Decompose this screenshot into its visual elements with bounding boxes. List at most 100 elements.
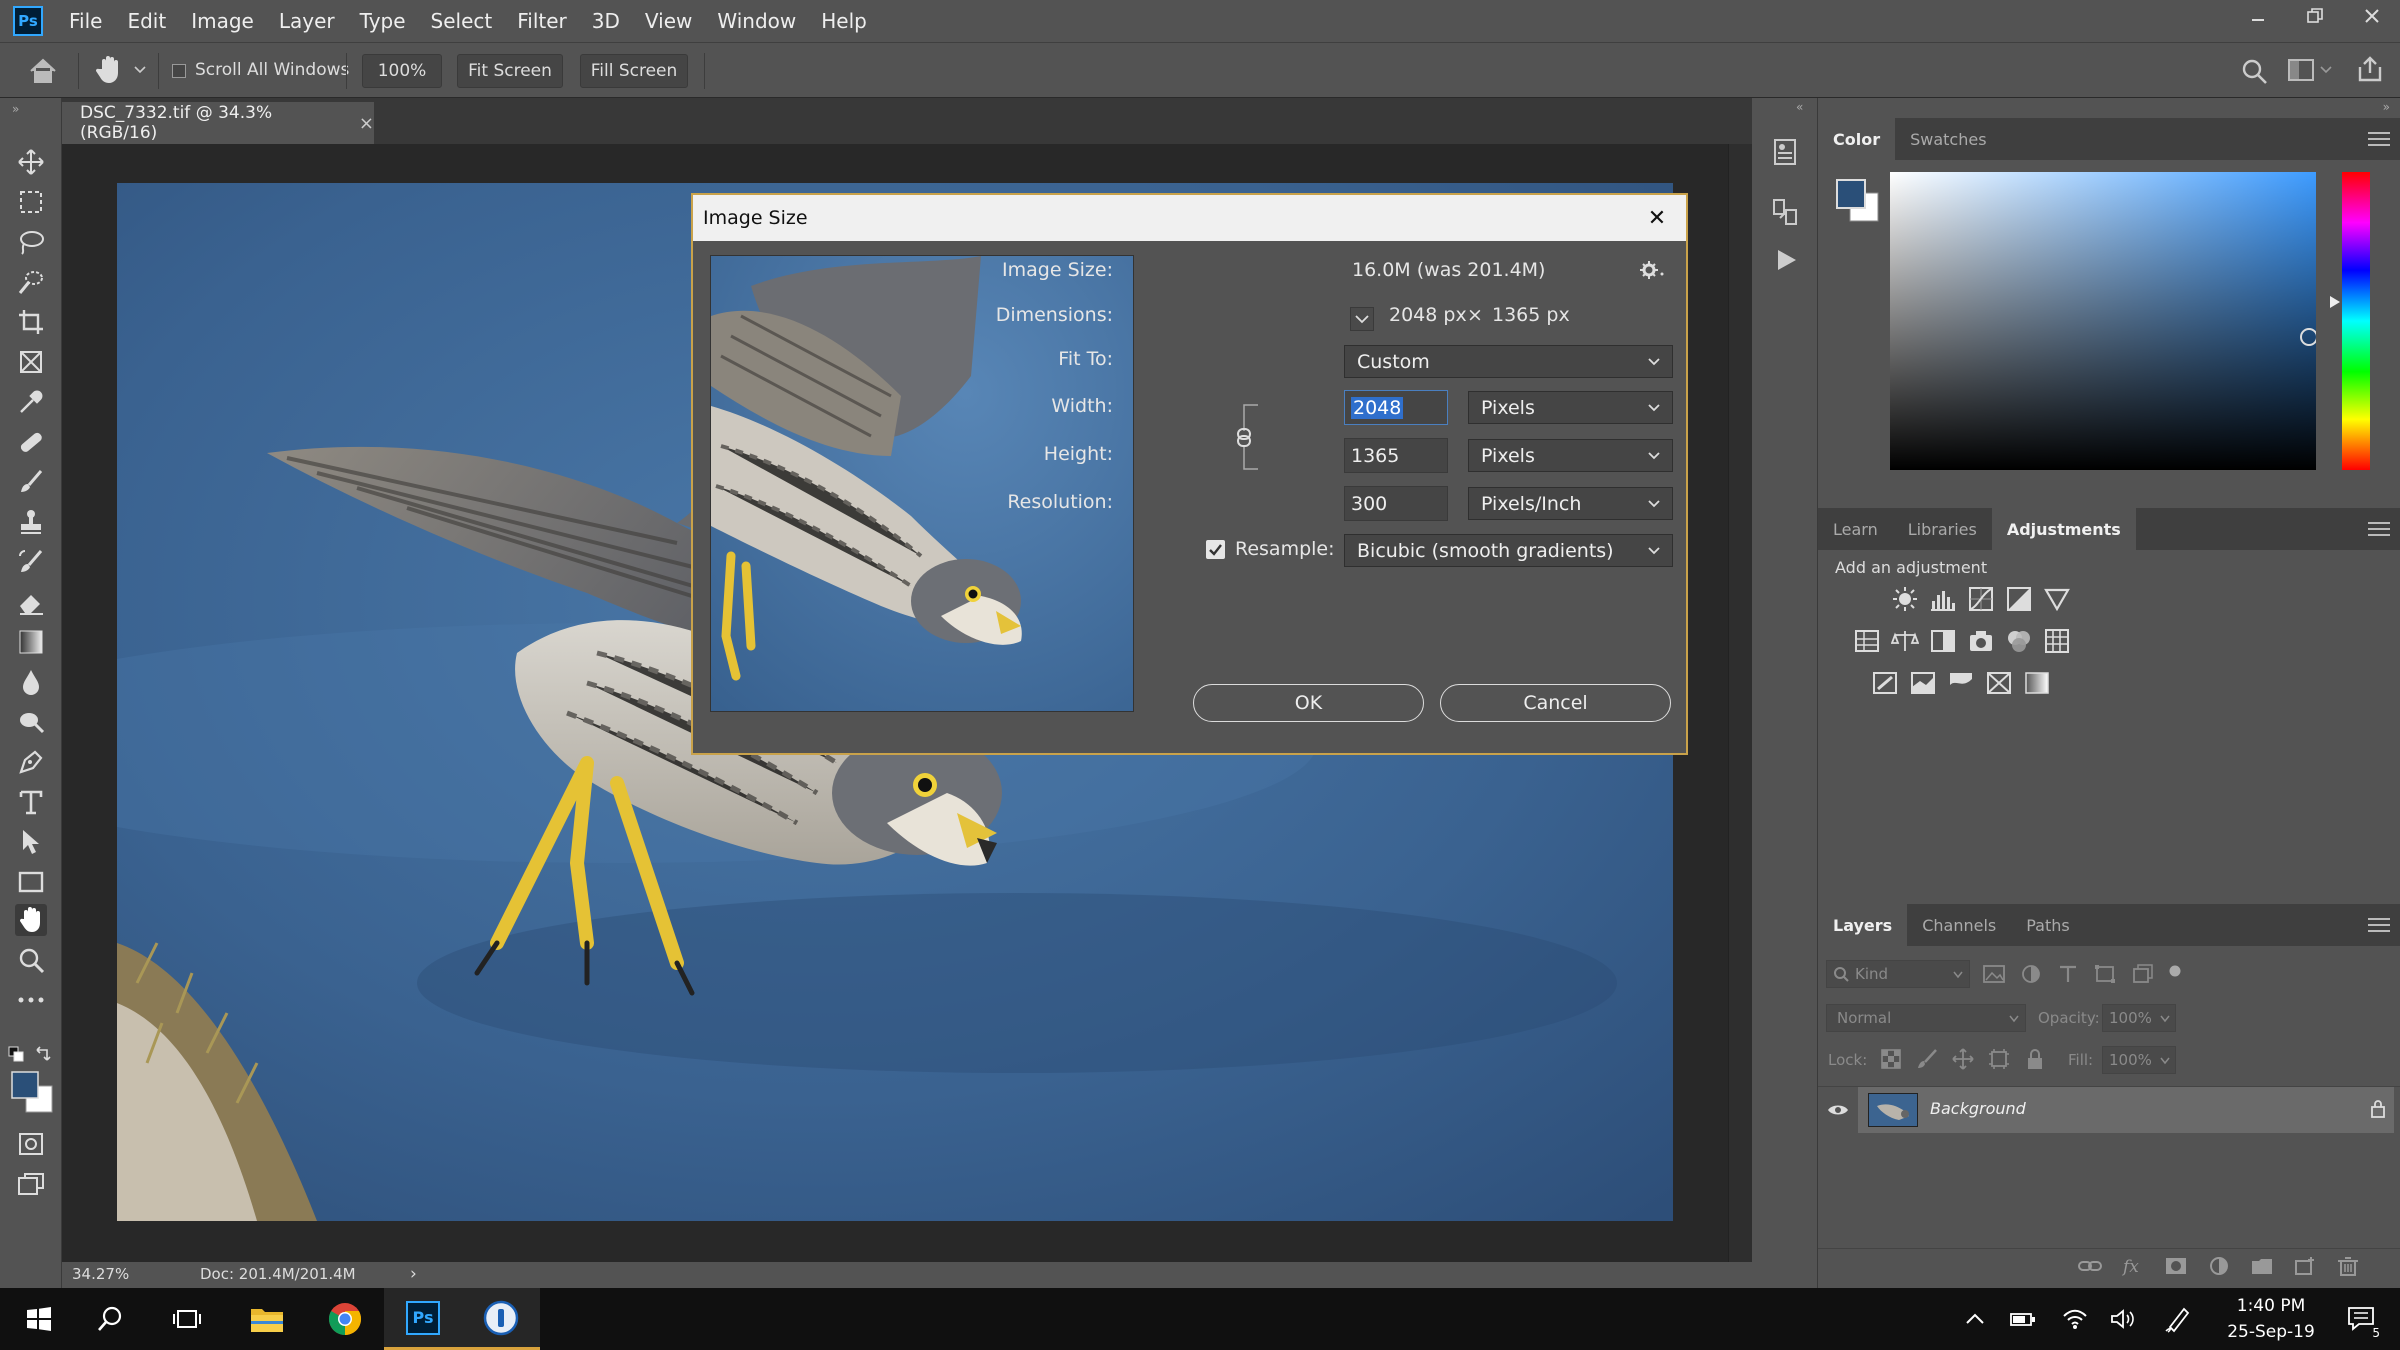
foreground-background-swatch[interactable]	[10, 1070, 56, 1114]
resolution-unit-dropdown[interactable]: Pixels/Inch	[1468, 487, 1673, 520]
posterize-icon[interactable]	[1904, 664, 1942, 702]
quick-selection-tool-icon[interactable]	[15, 266, 47, 298]
filter-pixel-icon[interactable]	[1983, 964, 2005, 984]
hand-tool-icon[interactable]	[96, 55, 122, 85]
color-field-picker[interactable]	[1890, 172, 2316, 470]
color-panel-menu-icon[interactable]	[2368, 132, 2390, 146]
healing-brush-tool-icon[interactable]	[15, 426, 47, 458]
screen-mode-icon[interactable]	[15, 1168, 47, 1200]
notification-center-icon[interactable]: 5	[2338, 1288, 2386, 1350]
collapse-strip-icon[interactable]: «	[1796, 100, 1803, 114]
default-colors-icon[interactable]	[8, 1046, 24, 1062]
search-icon[interactable]	[2240, 57, 2268, 85]
new-adjustment-layer-icon[interactable]	[2207, 1256, 2231, 1276]
tab-color[interactable]: Color	[1818, 118, 1896, 160]
menu-3d[interactable]: 3D	[592, 9, 620, 33]
height-input[interactable]: 1365	[1344, 438, 1448, 473]
tab-paths[interactable]: Paths	[2011, 904, 2084, 946]
link-layers-icon[interactable]	[2078, 1256, 2102, 1276]
width-unit-dropdown[interactable]: Pixels	[1468, 391, 1673, 424]
task-view-icon[interactable]	[148, 1288, 226, 1350]
layer-filter-kind-dropdown[interactable]: Kind	[1826, 960, 1970, 988]
lock-transparent-pixels-icon[interactable]	[1880, 1048, 1902, 1070]
filter-toggle-icon[interactable]	[2168, 964, 2182, 978]
windows-start-icon[interactable]	[0, 1288, 78, 1350]
dodge-tool-icon[interactable]	[15, 706, 47, 738]
new-layer-icon[interactable]	[2293, 1256, 2317, 1276]
hue-slider[interactable]	[2342, 172, 2370, 470]
resample-checkbox[interactable]	[1206, 540, 1225, 559]
hue-slider-handle-icon[interactable]	[2330, 296, 2340, 308]
fit-screen-button[interactable]: Fit Screen	[457, 54, 563, 88]
hue-saturation-icon[interactable]	[1848, 622, 1886, 660]
ok-button[interactable]: OK	[1193, 684, 1424, 722]
show-hidden-icons-chevron-icon[interactable]	[1958, 1288, 1992, 1350]
vertical-scrollbar[interactable]	[1728, 144, 1752, 1262]
menu-filter[interactable]: Filter	[517, 9, 567, 33]
pen-tool-icon[interactable]	[15, 746, 47, 778]
workspace-icon[interactable]	[2288, 59, 2314, 81]
lock-position-icon[interactable]	[1952, 1048, 1974, 1070]
move-tool-icon[interactable]	[15, 146, 47, 178]
history-panel-icon[interactable]	[1772, 198, 1798, 226]
resolution-input[interactable]: 300	[1344, 486, 1448, 521]
layer-name[interactable]: Background	[1930, 1099, 2026, 1118]
lock-artboard-icon[interactable]	[1988, 1048, 2010, 1070]
clone-stamp-tool-icon[interactable]	[15, 506, 47, 538]
hand-tool-active-icon[interactable]	[15, 904, 47, 936]
rectangle-tool-icon[interactable]	[15, 866, 47, 898]
height-unit-dropdown[interactable]: Pixels	[1468, 439, 1673, 472]
properties-panel-icon[interactable]	[1772, 138, 1798, 166]
path-selection-tool-icon[interactable]	[15, 826, 47, 858]
collapse-panels-icon[interactable]: »	[2383, 100, 2390, 114]
taskbar-clock[interactable]: 1:40 PM 25-Sep-19	[2206, 1288, 2336, 1350]
channel-mixer-icon[interactable]	[2000, 622, 2038, 660]
vibrance-icon[interactable]	[2038, 580, 2076, 618]
add-mask-icon[interactable]	[2164, 1256, 2188, 1276]
tab-swatches[interactable]: Swatches	[1895, 118, 2001, 160]
levels-icon[interactable]	[1924, 580, 1962, 618]
new-group-icon[interactable]	[2250, 1256, 2274, 1276]
home-icon[interactable]	[28, 57, 58, 85]
document-tab[interactable]: DSC_7332.tif @ 34.3% (RGB/16) ×	[62, 102, 374, 144]
filter-type-icon[interactable]	[2057, 964, 2079, 984]
more-tools-icon[interactable]	[15, 984, 47, 1016]
menu-help[interactable]: Help	[821, 9, 867, 33]
black-white-icon[interactable]	[1924, 622, 1962, 660]
minimize-icon[interactable]	[2229, 0, 2286, 32]
photo-filter-icon[interactable]	[1962, 622, 2000, 660]
threshold-icon[interactable]	[1942, 664, 1980, 702]
zoom-tool-icon[interactable]	[15, 944, 47, 976]
filter-adjustment-icon[interactable]	[2020, 964, 2042, 984]
chrome-icon[interactable]	[306, 1288, 384, 1350]
quick-mask-icon[interactable]	[15, 1128, 47, 1160]
opacity-input[interactable]: 100%	[2102, 1004, 2176, 1032]
constrain-proportions-link-icon[interactable]	[1228, 403, 1260, 471]
fg-bg-color-swatch[interactable]	[1835, 178, 1881, 224]
scroll-all-windows-checkbox[interactable]	[172, 64, 186, 78]
wifi-icon[interactable]	[2058, 1288, 2092, 1350]
file-explorer-icon[interactable]	[228, 1288, 306, 1350]
brightness-contrast-icon[interactable]	[1886, 580, 1924, 618]
color-balance-icon[interactable]	[1886, 622, 1924, 660]
chevron-down-icon[interactable]	[134, 65, 146, 75]
resample-dropdown[interactable]: Bicubic (smooth gradients)	[1344, 534, 1673, 567]
zoom-100-button[interactable]: 100%	[362, 54, 442, 88]
dimensions-unit-dropdown[interactable]	[1350, 307, 1374, 331]
selective-color-icon[interactable]	[1980, 664, 2018, 702]
brush-tool-icon[interactable]	[15, 466, 47, 498]
tab-adjustments[interactable]: Adjustments	[1991, 508, 2136, 550]
crop-tool-icon[interactable]	[15, 306, 47, 338]
workspace-chevron-icon[interactable]	[2320, 65, 2332, 75]
layer-visibility-eye-icon[interactable]	[1818, 1087, 1858, 1133]
onepassword-icon[interactable]	[462, 1288, 540, 1350]
menu-layer[interactable]: Layer	[279, 9, 335, 33]
cancel-button[interactable]: Cancel	[1440, 684, 1671, 722]
marquee-tool-icon[interactable]	[15, 186, 47, 218]
frame-tool-icon[interactable]	[15, 346, 47, 378]
swap-colors-icon[interactable]	[34, 1044, 52, 1062]
exposure-icon[interactable]	[2000, 580, 2038, 618]
width-input[interactable]: 2048	[1344, 390, 1448, 425]
menu-edit[interactable]: Edit	[127, 9, 166, 33]
dialog-close-icon[interactable]: ✕	[1640, 201, 1674, 235]
